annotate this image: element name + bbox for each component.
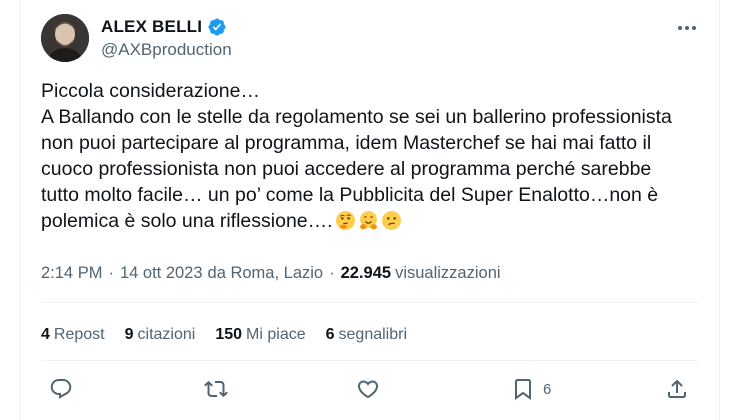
tweet-location: da Roma, Lazio — [207, 263, 324, 282]
meta-separator: · — [108, 263, 114, 282]
author-handle[interactable]: @AXBproduction — [101, 40, 232, 60]
tweet-time[interactable]: 2:14 PM — [41, 264, 102, 283]
reposts-count: 4 — [41, 326, 50, 343]
like-button[interactable] — [356, 374, 380, 404]
divider — [41, 360, 699, 361]
action-bar: 6 — [41, 374, 701, 404]
likes-count: 150 — [215, 326, 243, 343]
tweet-date[interactable]: 14 ott 2023 — [120, 264, 203, 283]
hugging-face-emoji — [358, 210, 379, 231]
bookmark-icon — [515, 379, 531, 400]
heart-icon — [357, 380, 379, 399]
engagement-stats: 4 Repost 9 citazioni 150 Mi piace 6 segnalib… — [41, 325, 427, 345]
reposts-label: Repost — [53, 326, 105, 343]
confused-face-emoji — [381, 210, 402, 231]
tweet-body: Piccola considerazione… A Ballando con l… — [41, 78, 721, 234]
repost-icon — [204, 380, 228, 398]
repost-button[interactable] — [204, 374, 228, 404]
views-count: 22.945 — [340, 263, 392, 282]
share-button[interactable] — [665, 374, 689, 404]
avatar[interactable] — [41, 14, 89, 62]
share-icon — [668, 379, 686, 398]
bookmark-button[interactable]: 6 — [511, 374, 551, 404]
bookmarks-count: 6 — [325, 326, 335, 343]
tweet-meta: 2:14 PM · 14 ott 2023 da Roma, Lazio · 2… — [41, 262, 501, 284]
reply-button[interactable] — [49, 374, 73, 404]
tweet-card: ALEX BELLI @AXBproduction Piccola consid… — [0, 0, 740, 420]
tweet-header: ALEX BELLI @AXBproduction — [41, 14, 701, 64]
thinking-face-emoji — [335, 210, 356, 231]
bookmarks-stat[interactable]: 6 segnalibri — [326, 326, 407, 344]
divider — [41, 302, 699, 303]
reposts-stat[interactable]: 4 Repost — [41, 326, 105, 344]
likes-label: Mi piace — [246, 326, 306, 343]
views-label: visualizzazioni — [395, 263, 501, 282]
verified-badge-icon — [207, 17, 227, 37]
bookmark-count: 6 — [543, 380, 552, 398]
likes-stat[interactable]: 150 Mi piace — [215, 326, 305, 344]
tweet-text: Piccola considerazione… A Ballando con l… — [41, 80, 672, 232]
quotes-count: 9 — [124, 326, 134, 343]
meta-separator: · — [329, 263, 335, 282]
quotes-stat[interactable]: 9 citazioni — [125, 326, 196, 344]
author-names: ALEX BELLI @AXBproduction — [101, 16, 232, 60]
author-display-name[interactable]: ALEX BELLI — [101, 17, 202, 37]
bookmarks-label: segnalibri — [338, 326, 407, 343]
more-options-icon[interactable] — [673, 18, 701, 38]
quotes-label: citazioni — [137, 326, 196, 343]
reply-icon — [50, 379, 72, 399]
